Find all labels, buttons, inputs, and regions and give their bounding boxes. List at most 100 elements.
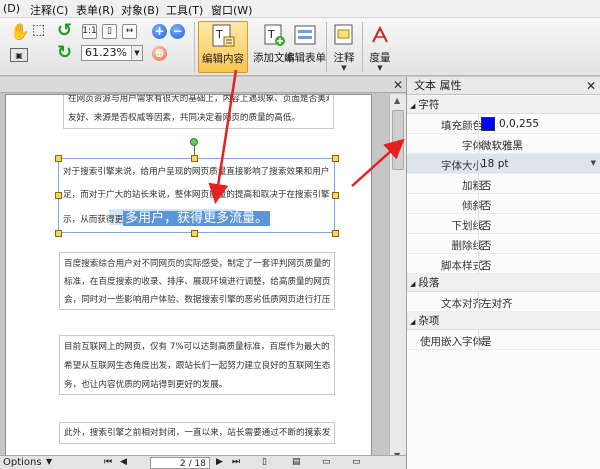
menu-item-comments[interactable]: 注释(C) [30,2,68,18]
property-value: 否 [481,200,492,212]
annotate-button[interactable]: 注释 ▼ [330,21,358,73]
document-area: ✕ 在网页资源与用户需求有很大的基础上，内容上遇现象、页面是否美观、对用户是否 … [0,77,406,462]
first-page-icon[interactable]: ⏮ [104,457,112,467]
resize-handle[interactable] [55,155,62,162]
property-italic[interactable]: 倾斜 否 [407,194,600,214]
resize-handle[interactable] [191,155,198,162]
menu-item-window[interactable]: 窗口(W) [211,2,252,18]
menu-item-document[interactable]: (D) [3,2,20,15]
vertical-scrollbar[interactable]: ▲ ▼ [389,94,406,462]
menu-item-forms[interactable]: 表单(R) [76,2,114,18]
resize-handle[interactable] [332,230,339,237]
text-line: 会，同时对一些影响用户体验、数据搜索引擎的恶劣低质网页进行打压。 [64,295,330,305]
toolbar: ✋ ⬚ ▣ ↺ ↻ 1:1 ▯ ↔ 61.23% ▼ + − ⊕ T 编辑内容 [0,18,600,76]
chevron-down-icon[interactable]: ▼ [46,457,52,466]
measure-button[interactable]: 度量 ▼ [366,21,394,73]
fit-width-icon[interactable]: ↔ [122,24,137,39]
color-swatch[interactable] [481,117,495,131]
zoom-in-icon[interactable]: + [152,24,167,39]
property-text-align[interactable]: 文本对齐 左对齐 [407,292,600,312]
text-line: 希望从互联网生态角度出发，跟站长们一起努力建立良好的互联网生态圈，更好地为网民服 [64,361,330,371]
collapse-icon[interactable]: ◢ [410,102,415,110]
actual-size-icon[interactable]: 1:1 [82,24,97,39]
section-title: 杂项 [418,315,440,327]
panel-title-text: 文本 属性 [414,79,462,92]
property-key: 字体 [462,140,483,152]
text-block[interactable]: 此外，搜索引擎之前相对封闭，一直以来，站长需要通过不断的摸索发现搜索引擎对网 [59,422,335,444]
chevron-down-icon[interactable]: ▼ [591,159,596,167]
next-page-icon[interactable]: ▶ [216,457,223,467]
resize-handle[interactable] [332,192,339,199]
property-value: 微软雅黑 [481,140,523,152]
property-script-style[interactable]: 脚本样式 否 [407,254,600,274]
zoom-tool-icon[interactable]: ⊕ [152,46,167,61]
text-line: 百度搜索综合用户对不同网页的实际感受，制定了一套评判网页质量的标准，基于这个 [64,259,330,269]
prev-page-icon[interactable]: ◀ [120,457,127,467]
edit-content-button[interactable]: T 编辑内容 [198,21,248,73]
close-panel-icon[interactable]: ✕ [586,77,596,95]
zoom-out-icon[interactable]: − [170,24,185,39]
resize-handle[interactable] [55,230,62,237]
section-misc[interactable]: ◢ 杂项 [407,312,600,330]
menu-item-objects[interactable]: 对象(B) [121,2,159,18]
select-tool-icon[interactable]: ⬚ [32,22,45,38]
measure-icon [367,22,393,48]
property-fill-color[interactable]: 填充颜色 0,0,255 [407,114,600,134]
text-block[interactable]: 在网页资源与用户需求有很大的基础上，内容上遇现象、页面是否美观、对用户是否 友好… [63,94,334,129]
property-bold[interactable]: 加粗 否 [407,174,600,194]
section-paragraph[interactable]: ◢ 段落 [407,274,600,292]
text-line: 示，从而获得更 多用户，获得更多流量。 [63,207,330,232]
chevron-down-icon[interactable]: ▼ [131,46,142,60]
scrollbar-thumb[interactable] [392,110,404,170]
menu-bar: (D) 注释(C) 表单(R) 对象(B) 工具(T) 窗口(W) [0,0,600,18]
cover-page-icon[interactable]: ▭ [352,457,361,467]
section-character[interactable]: ◢ 字符 [407,96,600,114]
property-key: 倾斜 [462,200,483,212]
collapse-icon[interactable]: ◢ [410,318,415,326]
text-line: 此外，搜索引擎之前相对封闭，一直以来，站长需要通过不断的摸索发现搜索引擎对网 [64,428,330,438]
edit-content-label: 编辑内容 [202,53,244,65]
property-value: 18 pt [481,158,509,170]
pdf-page: 在网页资源与用户需求有很大的基础上，内容上遇现象、页面是否美观、对用户是否 友好… [5,94,372,462]
svg-text:T: T [215,28,223,41]
text-line: 在网页资源与用户需求有很大的基础上，内容上遇现象、页面是否美观、对用户是否 [68,94,329,104]
resize-handle[interactable] [191,230,198,237]
options-menu[interactable]: Options [3,457,42,468]
collapse-icon[interactable]: ◢ [410,280,415,288]
rotate-handle[interactable] [190,138,198,146]
property-value: 否 [481,240,492,252]
fit-page-icon[interactable]: ▯ [102,24,117,39]
close-document-icon[interactable]: ✕ [393,78,403,92]
selected-text-block[interactable]: 对于搜索引擎来说，给用户呈现的网页质量直接影响了搜索效果和用户的需求满 足，而对… [58,158,335,233]
text-block[interactable]: 百度搜索综合用户对不同网页的实际感受，制定了一套评判网页质量的标准，基于这个 标… [59,252,335,310]
property-font[interactable]: 字体 微软雅黑 [407,134,600,154]
menu-item-tools[interactable]: 工具(T) [166,2,203,18]
page-number-input[interactable]: 2 / 18 [150,457,210,469]
zoom-input[interactable]: 61.23% ▼ [81,45,143,61]
text-block[interactable]: 目前互联网上的网页，仅有 7%可以达到高质量标准，百度作为最大的中文搜索引擎， … [59,335,335,395]
status-bar: Options ▼ ⏮ ◀ 2 / 18 ▶ ⏭ ▯ ▤ ▭ ▭ [0,455,406,469]
highlighted-text[interactable]: 多用户，获得更多流量。 [123,211,271,226]
snapshot-icon[interactable]: ▣ [10,48,28,62]
last-page-icon[interactable]: ⏭ [232,457,240,467]
scroll-up-icon[interactable]: ▲ [394,96,400,105]
rotate-cw-icon[interactable]: ↻ [57,42,72,63]
property-value: 0,0,255 [499,118,540,130]
rotate-ccw-icon[interactable]: ↺ [57,20,72,41]
resize-handle[interactable] [332,155,339,162]
single-page-icon[interactable]: ▯ [262,457,267,467]
section-title: 段落 [418,277,440,289]
chevron-down-icon: ▼ [341,64,347,72]
property-key: 加粗 [462,180,483,192]
edit-form-button[interactable]: 编辑表单 [283,21,327,73]
facing-page-icon[interactable]: ▭ [322,457,331,467]
property-embedded-font[interactable]: 使用嵌入字体 是 [407,330,600,350]
property-strikethrough[interactable]: 删除线 否 [407,234,600,254]
chevron-down-icon: ▼ [377,64,383,72]
property-font-size[interactable]: 字体大小 18 pt ▼ [407,154,600,174]
property-key: 脚本样式 [441,260,483,272]
resize-handle[interactable] [55,192,62,199]
continuous-page-icon[interactable]: ▤ [292,457,301,467]
hand-tool-icon[interactable]: ✋ [10,22,30,41]
property-underline[interactable]: 下划线 否 [407,214,600,234]
